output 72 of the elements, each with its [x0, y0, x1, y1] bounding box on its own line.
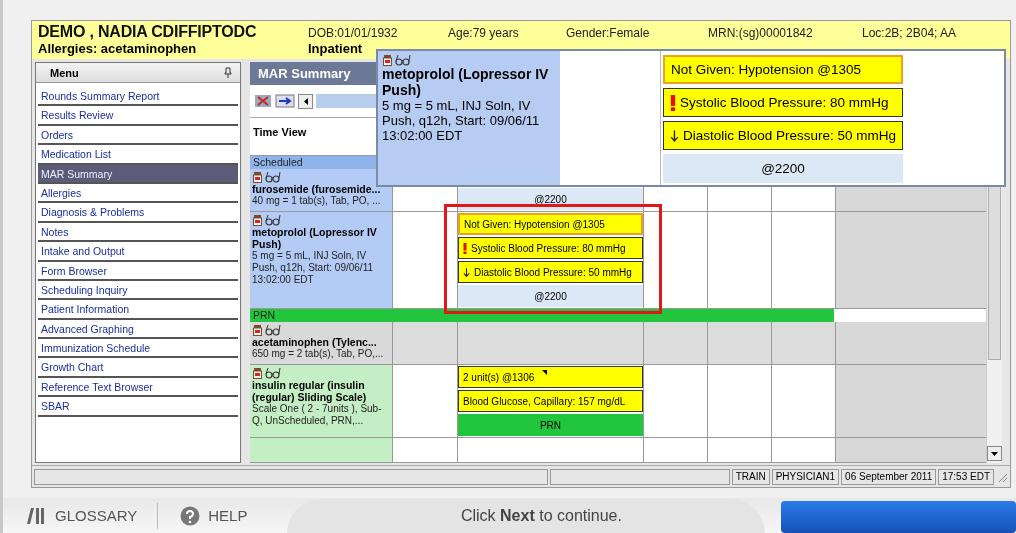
menu-item[interactable]: Form Browser	[38, 261, 238, 281]
allergies-label: Allergies: acetaminophen	[38, 41, 198, 56]
menu-item[interactable]: Scheduling Inquiry	[38, 280, 238, 301]
menu-item[interactable]: Notes	[38, 222, 238, 243]
status-field: TRAIN	[731, 468, 770, 485]
menu-item[interactable]: Orders	[38, 125, 238, 146]
scheduled-dose[interactable]: @2200	[663, 154, 903, 183]
patient-dob: DOB:01/01/1932	[308, 26, 399, 40]
medication-name: acetaminophen (Tylenc...	[252, 336, 377, 348]
result-card[interactable]: Blood Glucose, Capillary: 157 mg/dL	[458, 390, 643, 412]
card-text: Systolic Blood Pressure: 80 mmHg	[680, 95, 889, 111]
card-text: PRN	[539, 419, 562, 431]
result-card[interactable]: Systolic Blood Pressure: 80 mmHg	[458, 237, 643, 259]
result-card[interactable]: Diastolic Blood Pressure: 50 mmHg	[458, 261, 643, 283]
card-text: Not Given: Hypotension @1305	[671, 62, 862, 78]
medication-cell[interactable]: insulin regular (insulin (regular) Sliding Scale) Scale One ( 2 - 7units ), Sub-Q, UnScheduled, PRN,...	[250, 365, 393, 437]
patient-age: Age:79 years	[448, 26, 520, 40]
medication-details: 5 mg = 5 mL, INJ Soln, IV Push, q12h, Start: 09/06/11 13:02:00 EDT	[252, 250, 374, 286]
menu-item[interactable]: Advanced Graphing	[38, 319, 238, 340]
popup-medication-name: metoprolol (Lopressor IV Push)	[382, 66, 550, 98]
card-text: Blood Glucose, Capillary: 157 mg/dL	[463, 395, 626, 407]
encounter-type: Inpatient	[308, 41, 363, 56]
medication-details: Scale One ( 2 - 7units ), Sub-Q, UnScheduled, PRN,...	[252, 403, 383, 427]
help-button[interactable]: HELP	[158, 505, 258, 526]
card-text: @2200	[534, 193, 567, 205]
section-label: Scheduled	[253, 156, 303, 168]
menu-item[interactable]: Immunization Schedule	[38, 339, 238, 359]
medication-name: metoprolol (Lopressor IV Push)	[252, 226, 378, 250]
scheduled-dose[interactable]: @2200	[458, 285, 643, 307]
result-card[interactable]: Diastolic Blood Pressure: 50 mmHg	[663, 121, 903, 151]
result-card[interactable]: Not Given: Hypotension @1305	[458, 213, 643, 235]
medication-details: 650 mg = 2 tab(s), Tab, PO,...	[252, 348, 385, 360]
card-text: Not Given: Hypotension @1305	[464, 218, 605, 230]
glossary-button[interactable]: GLOSSARY	[3, 505, 148, 526]
menu-item[interactable]: Patient Information	[38, 300, 238, 320]
patient-location: Loc:2B; 2B04; AA	[862, 26, 957, 40]
popup-medication-details: 5 mg = 5 mL, INJ Soln, IV Push, q12h, Start: 09/06/11 13:02:00 EDT	[382, 98, 541, 143]
medication-name: insulin regular (insulin (regular) Sliding Scale)	[252, 379, 367, 403]
menu-item[interactable]: Reference Text Browser	[38, 377, 238, 398]
patient-mrn: MRN:(sg)00001842	[708, 26, 814, 40]
card-text: 2 unit(s) @1306	[463, 371, 535, 383]
status-field: 06 September 2011	[841, 468, 937, 485]
medication-name: furosemide (furosemide...	[252, 183, 382, 195]
result-card[interactable]: Not Given: Hypotension @1305	[663, 55, 903, 85]
medication-cell[interactable]: metoprolol (Lopressor IV Push) 5 mg = 5 mL, INJ Soln, IV Push, q12h, Start: 09/06/11 13:02:00 EDT	[250, 212, 393, 308]
card-text: @2200	[761, 161, 805, 177]
patient-gender: Gender:Female	[566, 26, 651, 40]
mar-title: MAR Summary	[258, 66, 351, 81]
menu-title: Menu	[50, 66, 79, 79]
result-card[interactable]: Systolic Blood Pressure: 80 mmHg	[663, 88, 903, 118]
section-label: PRN	[253, 309, 276, 321]
medication-cell[interactable]: acetaminophen (Tylenc... 650 mg = 2 tab(s), Tab, PO,...	[250, 322, 393, 364]
card-text: @2200	[534, 290, 567, 302]
menu-item[interactable]: MAR Summary	[38, 164, 238, 184]
medication-cell[interactable]: furosemide (furosemide... 40 mg = 1 tab(s), Tab, PO, ...	[250, 169, 393, 211]
patient-name: DEMO , NADIA CDIFFIPTODC	[38, 23, 258, 41]
card-text: Diastolic Blood Pressure: 50 mmHg	[474, 266, 632, 278]
card-text: Diastolic Blood Pressure: 50 mmHg	[682, 128, 896, 144]
menu-item[interactable]: Diagnosis & Problems	[38, 203, 238, 223]
instruction-text: Click Next to continue.	[460, 506, 622, 525]
card-text: Systolic Blood Pressure: 80 mmHg	[471, 242, 626, 254]
status-field: PHYSICIAN1	[771, 468, 840, 485]
status-field: 17:53 EDT	[938, 468, 995, 485]
result-card[interactable]: 2 unit(s) @1306	[458, 366, 643, 388]
menu-item[interactable]: Intake and Output	[38, 242, 238, 262]
menu-item[interactable]: Results Review	[38, 106, 238, 126]
menu-item[interactable]: SBAR	[38, 397, 238, 417]
menu-item[interactable]: Allergies	[38, 183, 238, 204]
menu-item[interactable]: Growth Chart	[38, 358, 238, 378]
prn-label[interactable]: PRN	[458, 414, 643, 436]
menu-item[interactable]: Rounds Summary Report	[38, 87, 238, 107]
medication-details: 40 mg = 1 tab(s), Tab, PO, ...	[252, 195, 382, 207]
